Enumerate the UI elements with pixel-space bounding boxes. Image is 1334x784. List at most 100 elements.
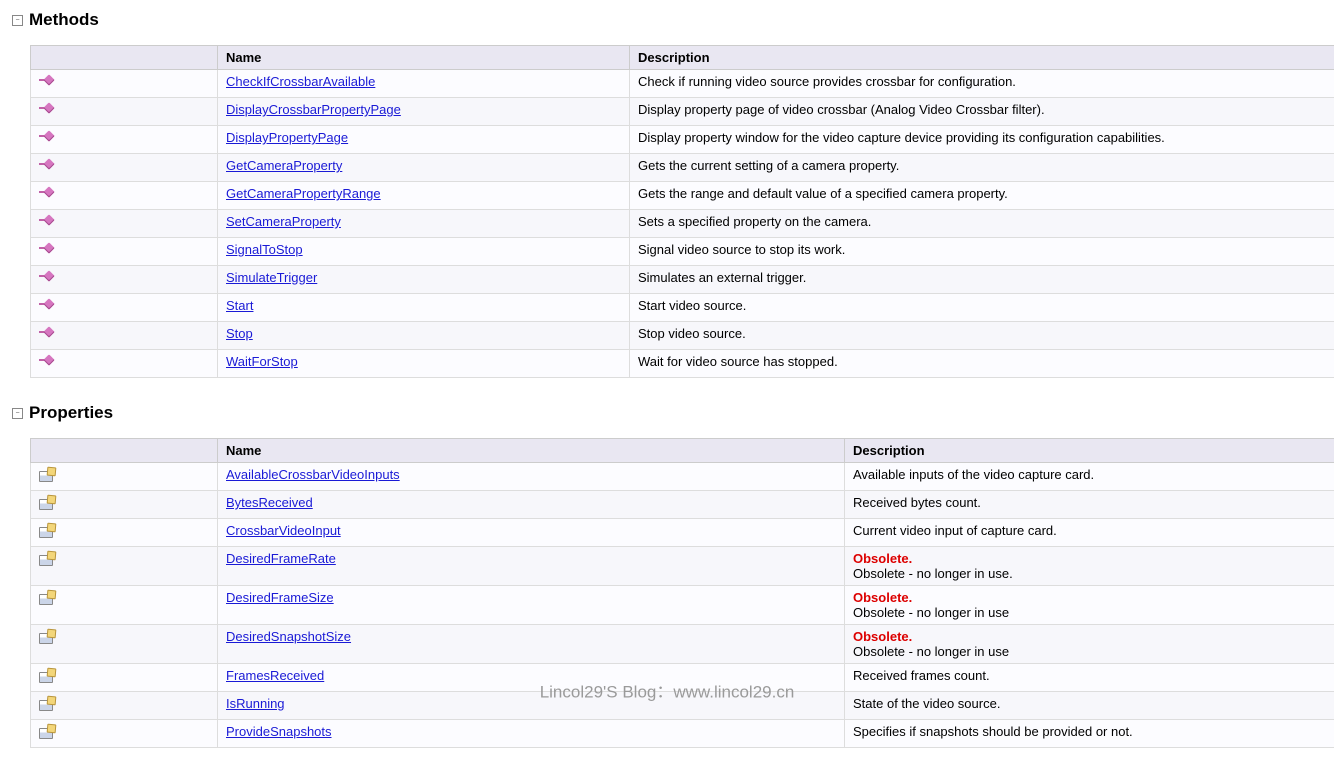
method-link[interactable]: Start [226, 298, 253, 313]
property-link[interactable]: BytesReceived [226, 495, 313, 510]
table-row: WaitForStop Wait for video source has sto… [31, 350, 1334, 378]
table-row: CrossbarVideoInputCurrent video input of… [31, 519, 1334, 547]
icon-cell [31, 182, 218, 210]
header-name: Name [218, 46, 630, 70]
method-icon [39, 214, 55, 230]
property-link[interactable]: DesiredSnapshotSize [226, 629, 351, 644]
name-cell: IsRunning [218, 692, 845, 720]
icon-cell [31, 625, 218, 664]
header-name: Name [218, 439, 845, 463]
icon-cell [31, 98, 218, 126]
method-link[interactable]: SetCameraProperty [226, 214, 341, 229]
property-link[interactable]: CrossbarVideoInput [226, 523, 341, 538]
method-link[interactable]: CheckIfCrossbarAvailable [226, 74, 375, 89]
table-row: ProvideSnapshotsSpecifies if snapshots s… [31, 720, 1334, 748]
property-icon [39, 467, 55, 483]
method-icon [39, 242, 55, 258]
icon-cell [31, 350, 218, 378]
icon-cell [31, 210, 218, 238]
property-icon [39, 551, 55, 567]
methods-section: − Methods Name Description CheckIfCrossb… [10, 10, 1324, 378]
icon-cell [31, 664, 218, 692]
property-icon [39, 495, 55, 511]
description-cell: Display property page of video crossbar … [630, 98, 1334, 126]
method-icon [39, 158, 55, 174]
header-icon [31, 439, 218, 463]
description-cell: Display property window for the video ca… [630, 126, 1334, 154]
name-cell: GetCameraProperty [218, 154, 630, 182]
name-cell: AvailableCrossbarVideoInputs [218, 463, 845, 491]
property-link[interactable]: FramesReceived [226, 668, 324, 683]
section-title: Methods [29, 10, 99, 30]
table-row: GetCameraProperty Gets the current settin… [31, 154, 1334, 182]
property-link[interactable]: DesiredFrameRate [226, 551, 336, 566]
property-link[interactable]: IsRunning [226, 696, 285, 711]
name-cell: SignalToStop [218, 238, 630, 266]
obsolete-label: Obsolete. [853, 551, 912, 566]
table-row: BytesReceived Received bytes count. [31, 491, 1334, 519]
table-row: Stop Stop video source. [31, 322, 1334, 350]
description-cell: Check if running video source provides c… [630, 70, 1334, 98]
description-cell: Start video source. [630, 294, 1334, 322]
collapse-icon[interactable]: − [12, 408, 23, 419]
method-link[interactable]: SimulateTrigger [226, 270, 317, 285]
name-cell: Start [218, 294, 630, 322]
section-header: − Methods [12, 10, 1324, 30]
obsolete-label: Obsolete. [853, 590, 912, 605]
name-cell: CrossbarVideoInput [218, 519, 845, 547]
method-icon [39, 270, 55, 286]
property-link[interactable]: DesiredFrameSize [226, 590, 334, 605]
name-cell: DesiredSnapshotSize [218, 625, 845, 664]
description-cell: Received bytes count. [845, 491, 1334, 519]
description-text: Obsolete - no longer in use. [853, 566, 1013, 581]
description-cell: Signal video source to stop its work. [630, 238, 1334, 266]
icon-cell [31, 491, 218, 519]
property-icon [39, 590, 55, 606]
name-cell: DesiredFrameSize [218, 586, 845, 625]
header-description: Description [630, 46, 1334, 70]
name-cell: Stop [218, 322, 630, 350]
name-cell: GetCameraPropertyRange [218, 182, 630, 210]
properties-section: − Properties Name Description AvailableC… [10, 403, 1324, 748]
name-cell: BytesReceived [218, 491, 845, 519]
method-icon [39, 186, 55, 202]
description-cell: State of the video source. [845, 692, 1334, 720]
description-text: Obsolete - no longer in use [853, 605, 1009, 620]
table-row: SimulateTrigger Simulates an external tri… [31, 266, 1334, 294]
method-link[interactable]: DisplayPropertyPage [226, 130, 348, 145]
name-cell: SimulateTrigger [218, 266, 630, 294]
obsolete-label: Obsolete. [853, 629, 912, 644]
method-link[interactable]: WaitForStop [226, 354, 298, 369]
collapse-icon[interactable]: − [12, 15, 23, 26]
method-link[interactable]: GetCameraPropertyRange [226, 186, 381, 201]
icon-cell [31, 586, 218, 625]
table-row: DesiredSnapshotSizeObsolete.Obsolete - n… [31, 625, 1334, 664]
method-link[interactable]: GetCameraProperty [226, 158, 342, 173]
name-cell: FramesReceived [218, 664, 845, 692]
description-cell: Stop video source. [630, 322, 1334, 350]
method-link[interactable]: SignalToStop [226, 242, 303, 257]
properties-table: Name Description AvailableCrossbarVideoI… [30, 438, 1334, 748]
icon-cell [31, 720, 218, 748]
description-cell: Wait for video source has stopped. [630, 350, 1334, 378]
name-cell: DisplayCrossbarPropertyPage [218, 98, 630, 126]
property-link[interactable]: ProvideSnapshots [226, 724, 332, 739]
icon-cell [31, 154, 218, 182]
method-link[interactable]: DisplayCrossbarPropertyPage [226, 102, 401, 117]
method-link[interactable]: Stop [226, 326, 253, 341]
icon-cell [31, 692, 218, 720]
method-icon [39, 74, 55, 90]
property-icon [39, 696, 55, 712]
table-row: CheckIfCrossbarAvailable Check if running… [31, 70, 1334, 98]
section-header: − Properties [12, 403, 1324, 423]
description-cell: Sets a specified property on the camera. [630, 210, 1334, 238]
icon-cell [31, 238, 218, 266]
property-link[interactable]: AvailableCrossbarVideoInputs [226, 467, 400, 482]
description-cell: Gets the current setting of a camera pro… [630, 154, 1334, 182]
table-row: DisplayCrossbarPropertyPage Display prope… [31, 98, 1334, 126]
description-cell: Simulates an external trigger. [630, 266, 1334, 294]
property-icon [39, 724, 55, 740]
description-cell: Obsolete.Obsolete - no longer in use. [845, 547, 1334, 586]
method-icon [39, 130, 55, 146]
table-row: DisplayPropertyPage Display property wind… [31, 126, 1334, 154]
